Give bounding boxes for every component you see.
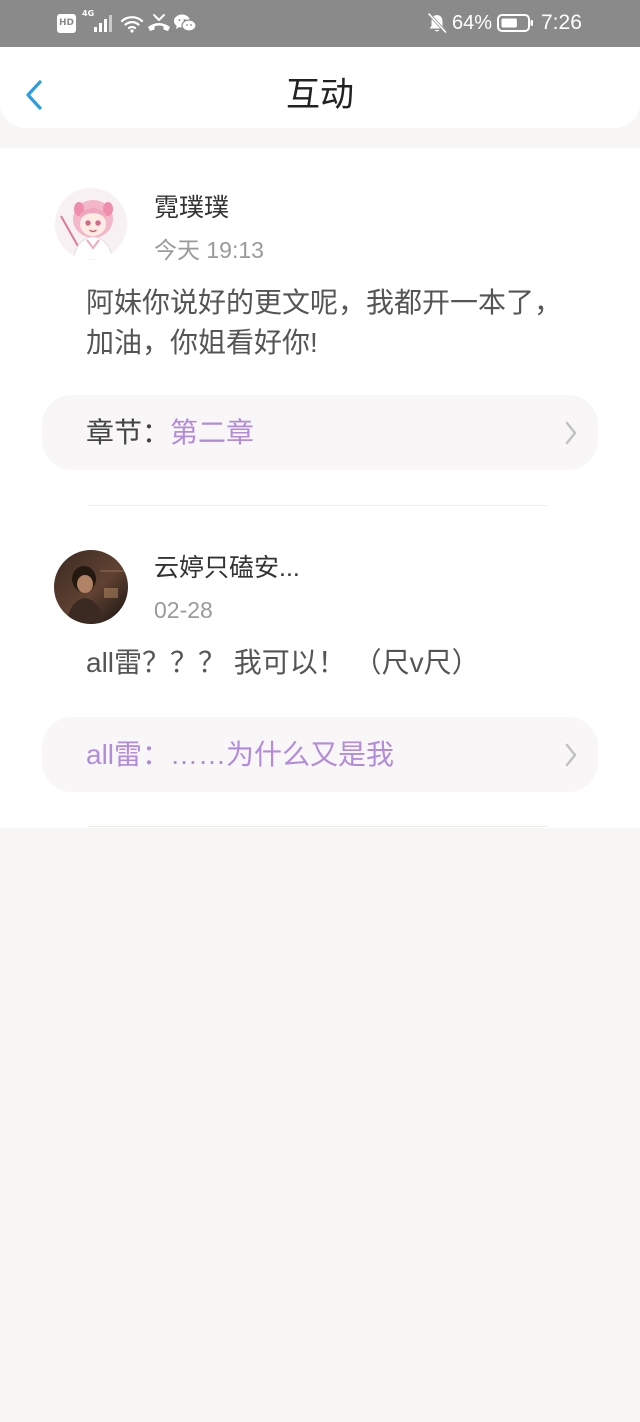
page-title: 互动 (286, 76, 354, 114)
reply-reference: all雷：……为什么又是我 (86, 717, 394, 792)
comment-text: 阿妹你说好的更文呢，我都开一本了， 加油，你姐看好你! (86, 283, 606, 363)
comment-item: 霓璞璞 今天 19:13 阿妹你说好的更文呢，我都开一本了， 加油，你姐看好你!… (0, 188, 640, 506)
comment-text-line: all雷？？？ 我可以！ （尺v尺） (86, 647, 480, 678)
avatar[interactable] (54, 550, 128, 624)
comment-author[interactable]: 霓璞璞 (154, 193, 229, 223)
reply-reference-link[interactable]: all雷：……为什么又是我 (42, 717, 598, 792)
comment-text-line: 加油，你姐看好你! (86, 327, 318, 358)
chapter-label: 章节： (86, 417, 171, 448)
battery-fill (501, 18, 517, 28)
comment-text: all雷？？？ 我可以！ （尺v尺） (86, 643, 606, 683)
wifi-icon (120, 16, 144, 33)
divider (88, 505, 548, 506)
battery-icon (497, 14, 533, 32)
chapter-reference: 章节：第二章 (86, 395, 254, 470)
comment-text-line: 阿妹你说好的更文呢，我都开一本了， (86, 287, 563, 318)
chapter-link[interactable]: 章节：第二章 (42, 395, 598, 470)
divider (88, 826, 548, 827)
comment-list: 霓璞璞 今天 19:13 阿妹你说好的更文呢，我都开一本了， 加油，你姐看好你!… (0, 148, 640, 828)
interactions-page: HD 4G 64% 7:26 互动 霓璞璞 今天 19:13 阿妹你说好的更文呢… (0, 0, 640, 1422)
signal-4g-icon (94, 15, 112, 32)
reply-reference-label: all雷： (86, 739, 171, 770)
reply-reference-text: ……为什么又是我 (170, 739, 395, 770)
wechat-icon (174, 14, 197, 32)
comment-item: 云婷只磕安... 02-28 all雷？？？ 我可以！ （尺v尺） all雷：…… (0, 550, 640, 827)
avatar[interactable] (55, 188, 127, 260)
chevron-right-icon (565, 421, 577, 445)
comment-author[interactable]: 云婷只磕安... (154, 553, 300, 583)
hd-icon: HD (57, 14, 76, 33)
header: 互动 (0, 47, 640, 128)
clock: 7:26 (541, 11, 582, 34)
comment-time: 今天 19:13 (154, 237, 264, 263)
missed-call-icon (148, 14, 170, 31)
chevron-right-icon (565, 743, 577, 767)
bell-off-icon (427, 12, 447, 34)
status-bar: HD 4G 64% 7:26 (0, 0, 640, 47)
battery-percent: 64% (452, 12, 493, 34)
comment-time: 02-28 (154, 597, 213, 623)
hd-label: HD (58, 18, 74, 28)
chapter-title: 第二章 (170, 417, 255, 448)
